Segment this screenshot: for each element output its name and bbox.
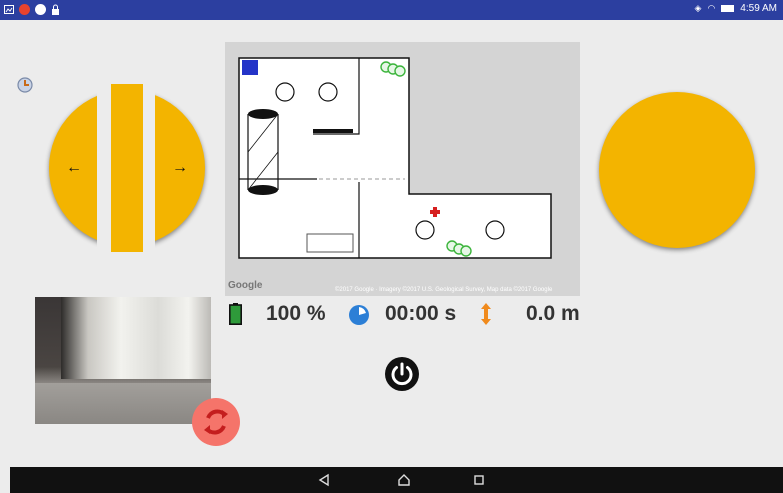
- distance-icon: [481, 303, 491, 325]
- rotation-lock-icon[interactable]: [16, 76, 34, 94]
- map-view[interactable]: Google ©2017 Google · Imagery ©2017 U.S.…: [225, 42, 580, 296]
- throttle-slider[interactable]: [111, 84, 143, 252]
- navigation-bar: [10, 467, 783, 493]
- floor-plan: [238, 57, 552, 259]
- power-button[interactable]: [384, 356, 420, 392]
- timer-text: 00:00 s: [385, 302, 457, 325]
- google-logo: Google: [228, 280, 263, 291]
- switch-camera-icon: [204, 409, 228, 435]
- back-triangle-icon[interactable]: [316, 472, 332, 488]
- recents-square-icon[interactable]: [471, 472, 487, 488]
- camera-feed: [35, 297, 211, 424]
- battery-status-icon: [721, 5, 735, 12]
- battery-icon: [229, 303, 242, 325]
- battery-level-text: 100 %: [266, 302, 326, 325]
- app-notification-icon: [19, 4, 30, 15]
- home-circle-icon[interactable]: [396, 472, 412, 488]
- arrow-right-icon: →: [172, 159, 188, 176]
- notification-icons: [4, 4, 60, 15]
- camera-curtain: [61, 297, 211, 379]
- map-copyright: ©2017 Google · Imagery ©2017 U.S. Geolog…: [335, 287, 553, 293]
- timer-icon: [349, 305, 369, 325]
- status-bar: ◈ ◠ 4:59 AM: [0, 0, 783, 20]
- arrow-left-icon: ←: [66, 159, 82, 176]
- switch-camera-button[interactable]: [192, 398, 240, 446]
- camera-joystick[interactable]: [599, 92, 755, 248]
- system-icons: ◈ ◠ 4:59 AM: [695, 3, 777, 14]
- distance-text: 0.0 m: [526, 302, 580, 325]
- camera-floor: [35, 383, 211, 424]
- app-notification-icon: [35, 4, 46, 15]
- home-marker: [242, 60, 258, 75]
- lock-notification-icon: [52, 4, 59, 15]
- clock-text: 4:59 AM: [740, 3, 777, 14]
- vibrate-icon: ◈: [694, 3, 702, 13]
- wifi-icon: ◠: [707, 3, 716, 13]
- gallery-notification-icon: [4, 5, 14, 14]
